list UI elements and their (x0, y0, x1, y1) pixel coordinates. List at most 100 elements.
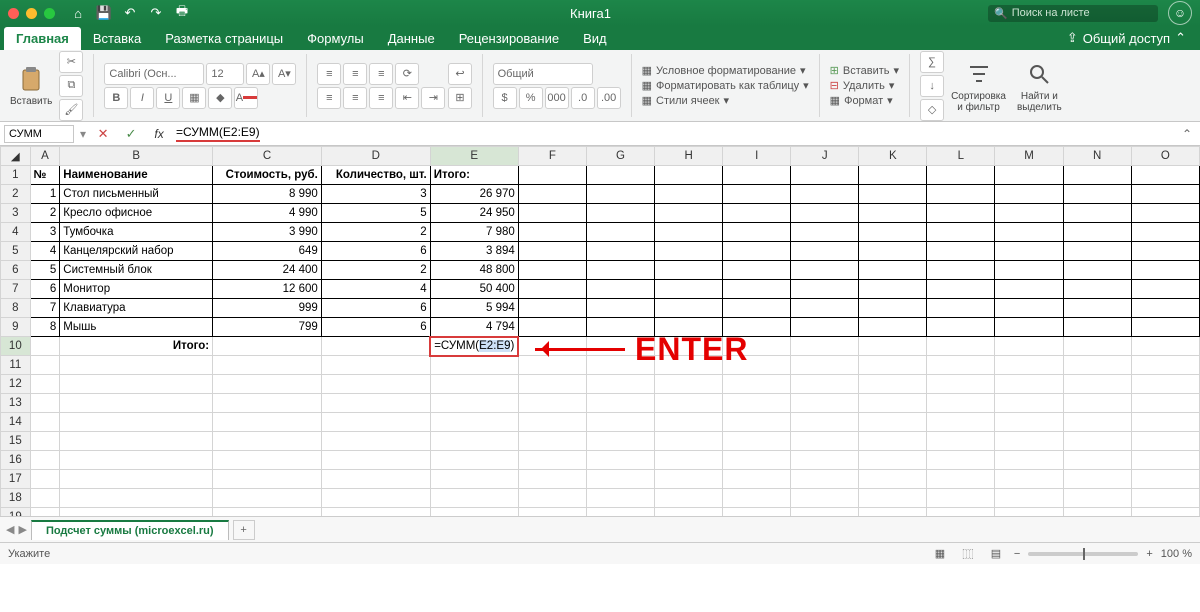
cell[interactable] (586, 185, 654, 204)
zoom-in-button[interactable]: + (1146, 548, 1152, 560)
cell[interactable] (995, 375, 1063, 394)
format-as-table-button[interactable]: ▦Форматировать как таблицу▾ (642, 79, 809, 92)
number-format-dropdown[interactable]: Общий (493, 63, 593, 85)
cell[interactable] (430, 432, 518, 451)
normal-view-icon[interactable]: ▦ (930, 547, 950, 560)
cell[interactable]: 48 800 (430, 261, 518, 280)
cell[interactable]: № (30, 166, 60, 185)
cell[interactable] (1063, 280, 1131, 299)
cell[interactable] (1063, 261, 1131, 280)
clear-button[interactable]: ◇ (920, 99, 944, 121)
cell[interactable] (321, 508, 430, 517)
cell[interactable] (655, 394, 723, 413)
cell[interactable] (1131, 508, 1199, 517)
minimize-window-button[interactable] (26, 8, 37, 19)
cell[interactable] (995, 261, 1063, 280)
row-header[interactable]: 17 (1, 470, 31, 489)
cell[interactable] (1131, 166, 1199, 185)
cell[interactable] (60, 356, 213, 375)
cell[interactable] (859, 337, 927, 356)
cell[interactable] (60, 489, 213, 508)
row-header[interactable]: 18 (1, 489, 31, 508)
user-account-icon[interactable]: ☺ (1168, 1, 1192, 25)
zoom-level[interactable]: 100 % (1161, 548, 1192, 560)
cell[interactable] (859, 470, 927, 489)
tab-home[interactable]: Главная (4, 27, 81, 50)
cell[interactable] (655, 185, 723, 204)
cell[interactable] (321, 356, 430, 375)
decrease-font-button[interactable]: A▾ (272, 63, 296, 85)
cell[interactable] (995, 185, 1063, 204)
cell[interactable] (655, 223, 723, 242)
cell[interactable]: 6 (321, 299, 430, 318)
cell[interactable] (213, 451, 322, 470)
row-header[interactable]: 8 (1, 299, 31, 318)
cell[interactable] (791, 223, 859, 242)
zoom-slider[interactable] (1028, 552, 1138, 556)
cell[interactable] (655, 432, 723, 451)
cell[interactable] (859, 318, 927, 337)
cell[interactable] (518, 375, 586, 394)
insert-cells-button[interactable]: ⊞Вставить▾ (830, 64, 899, 77)
cell[interactable] (859, 451, 927, 470)
paste-button[interactable]: Вставить (6, 62, 56, 109)
col-header[interactable]: D (321, 147, 430, 166)
cell[interactable] (1131, 375, 1199, 394)
row-header[interactable]: 3 (1, 204, 31, 223)
cell[interactable]: Наименование (60, 166, 213, 185)
cell[interactable] (1131, 394, 1199, 413)
cell[interactable] (321, 375, 430, 394)
cell[interactable] (655, 261, 723, 280)
cell[interactable] (995, 337, 1063, 356)
cell[interactable] (927, 337, 995, 356)
cell[interactable] (430, 356, 518, 375)
col-header[interactable]: B (60, 147, 213, 166)
cell[interactable] (791, 394, 859, 413)
comma-button[interactable]: 000 (545, 87, 569, 109)
col-header[interactable]: A (30, 147, 60, 166)
cell[interactable] (518, 185, 586, 204)
cell[interactable] (1131, 451, 1199, 470)
font-name-dropdown[interactable]: Calibri (Осн... (104, 63, 204, 85)
col-header[interactable]: E (430, 147, 518, 166)
cell[interactable]: Монитор (60, 280, 213, 299)
cell[interactable] (655, 508, 723, 517)
cell[interactable] (723, 470, 791, 489)
col-header[interactable]: N (1063, 147, 1131, 166)
cell[interactable]: 4 990 (213, 204, 322, 223)
cell[interactable] (791, 432, 859, 451)
cell[interactable]: Клавиатура (60, 299, 213, 318)
cell[interactable] (995, 508, 1063, 517)
decrease-decimal-button[interactable]: .00 (597, 87, 621, 109)
cell[interactable] (995, 489, 1063, 508)
maximize-window-button[interactable] (44, 8, 55, 19)
borders-button[interactable]: ▦ (182, 87, 206, 109)
cell[interactable] (791, 318, 859, 337)
row-header[interactable]: 1 (1, 166, 31, 185)
spreadsheet-grid[interactable]: ◢ A B C D E F G H I J K L M N O 1 № Наим… (0, 146, 1200, 516)
cell[interactable] (791, 413, 859, 432)
cell[interactable] (1131, 470, 1199, 489)
cell[interactable] (430, 451, 518, 470)
cell[interactable]: 2 (321, 261, 430, 280)
cell[interactable] (518, 280, 586, 299)
increase-indent-button[interactable]: ⇥ (421, 87, 445, 109)
copy-button[interactable]: ⧉ (59, 75, 83, 97)
cell[interactable] (518, 261, 586, 280)
cell[interactable]: 5 (321, 204, 430, 223)
cell[interactable] (1131, 185, 1199, 204)
active-cell-e10[interactable]: =СУММ(E2:E9) (430, 337, 518, 356)
tab-insert[interactable]: Вставка (81, 27, 153, 50)
col-header[interactable]: M (995, 147, 1063, 166)
cell[interactable]: 1 (30, 185, 60, 204)
conditional-formatting-button[interactable]: ▦Условное форматирование▾ (642, 64, 809, 77)
cell[interactable] (30, 508, 60, 517)
cell[interactable] (723, 489, 791, 508)
cell[interactable] (723, 204, 791, 223)
cell[interactable] (518, 451, 586, 470)
row-header[interactable]: 12 (1, 375, 31, 394)
cell[interactable] (791, 375, 859, 394)
autosum-button[interactable]: ∑ (920, 51, 944, 73)
cell[interactable] (655, 470, 723, 489)
cell[interactable]: 6 (321, 318, 430, 337)
